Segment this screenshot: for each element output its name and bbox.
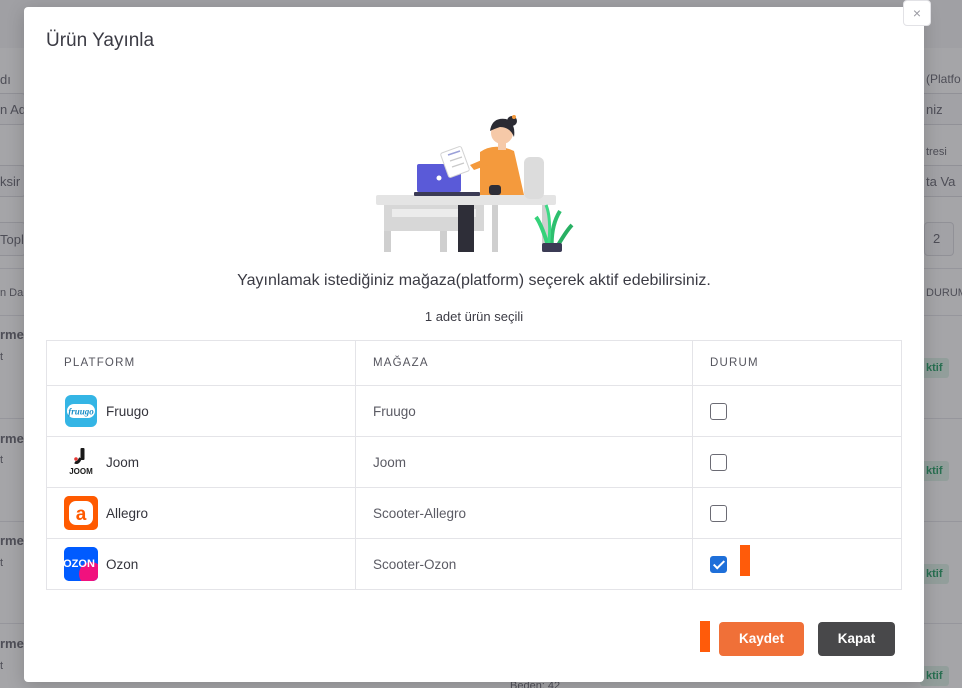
ozon-logo: OZON	[64, 547, 98, 581]
store-name: Scooter-Ozon	[355, 538, 693, 590]
platform-cell: JOOM Joom	[46, 436, 356, 488]
platform-name: Fruugo	[106, 403, 149, 419]
table-header-row: PLATFORM MAĞAZA DURUM	[46, 340, 902, 386]
publish-product-modal: Ürün Yayınla Yayınlamak istediğiniz mağa…	[24, 7, 924, 682]
platform-name: Joom	[106, 454, 140, 470]
selected-count: 1 adet ürün seçili	[424, 309, 524, 324]
platform-cell: OZON Ozon	[46, 538, 356, 590]
platform-cell: fruugo Fruugo	[46, 385, 356, 437]
joom-logo-text: JOOM	[69, 467, 93, 476]
status-cell	[692, 385, 902, 437]
table-row: OZON Ozon Scooter-Ozon	[46, 538, 902, 590]
column-header-status: DURUM	[692, 340, 902, 386]
woman-at-desk-illustration	[376, 115, 574, 252]
allegro-logo: a	[64, 496, 98, 530]
allegro-logo-text: a	[76, 504, 87, 525]
joom-logo: JOOM	[64, 445, 98, 479]
modal-subtitle: Yayınlamak istediğiniz mağaza(platform) …	[237, 272, 711, 289]
fruugo-logo: fruugo	[64, 394, 98, 428]
column-header-store: MAĞAZA	[355, 340, 693, 386]
store-name: Fruugo	[355, 385, 693, 437]
status-checkbox-checked[interactable]	[710, 555, 727, 573]
table-row: a Allegro Scooter-Allegro	[46, 487, 902, 539]
status-cell	[692, 538, 902, 590]
modal-title: Ürün Yayınla	[46, 30, 155, 51]
platform-name: Ozon	[106, 556, 139, 572]
ozon-logo-text: OZON	[64, 558, 95, 570]
status-checkbox[interactable]	[710, 402, 727, 420]
close-modal-button[interactable]: ×	[903, 0, 931, 26]
status-cell	[692, 487, 902, 539]
platform-name: Allegro	[106, 505, 149, 521]
platform-cell: a Allegro	[46, 487, 356, 539]
store-name: Scooter-Allegro	[355, 487, 693, 539]
table-row: JOOM Joom Joom	[46, 436, 902, 488]
status-checkbox[interactable]	[710, 504, 727, 522]
table-row: fruugo Fruugo Fruugo	[46, 385, 902, 437]
platform-table: PLATFORM MAĞAZA DURUM fruugo Fruugo Fruu…	[46, 340, 902, 590]
store-name: Joom	[355, 436, 693, 488]
fruugo-logo-text: fruugo	[68, 407, 94, 417]
column-header-platform: PLATFORM	[46, 340, 356, 386]
status-cell	[692, 436, 902, 488]
close-button[interactable]: Kapat	[818, 622, 895, 656]
annotation-marker	[700, 621, 710, 652]
status-checkbox[interactable]	[710, 453, 727, 471]
annotation-marker	[740, 545, 750, 576]
save-button[interactable]: Kaydet	[719, 622, 804, 656]
